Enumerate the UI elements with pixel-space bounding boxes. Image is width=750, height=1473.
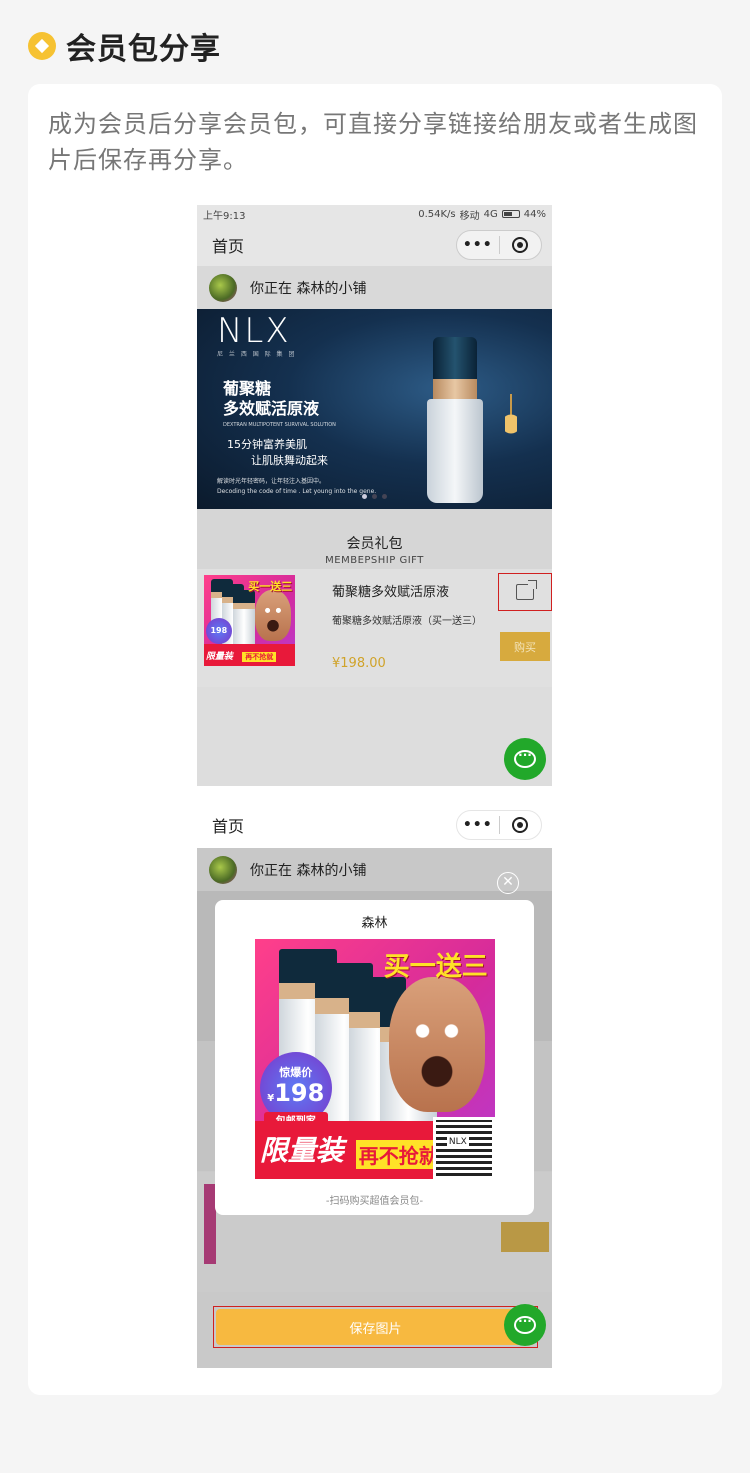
product-item[interactable]: 买一送三 198 限量装 再不抢就 葡聚糖多效赋活原液 葡聚糖多效赋活原液（买一… — [197, 569, 552, 687]
dots-icon: ••• — [462, 817, 493, 833]
close-mini-program-button[interactable] — [500, 231, 542, 259]
price-badge: 惊爆价 ¥198 包邮到家 — [259, 1051, 332, 1127]
qr-code: NLX — [432, 1116, 495, 1179]
status-carrier: 移动 — [459, 210, 480, 222]
chat-icon — [514, 748, 536, 768]
poster-title: 森林 — [361, 916, 388, 931]
battery-icon — [501, 210, 520, 218]
chat-button[interactable] — [504, 738, 546, 780]
banner-pager — [197, 494, 552, 499]
promo-headline: 买一送三 — [383, 952, 488, 983]
share-poster: 森林 买一送三 惊爆价 ¥198 包邮到家 限量装 再不抢就 — [215, 900, 534, 1215]
poster-footer: -扫码购买超值会员包- — [325, 1196, 424, 1207]
more-button[interactable]: ••• — [457, 811, 499, 839]
banner-en-line: DEXTRAN MULTIPOTENT SURVIVAL SOLUTION — [223, 422, 336, 428]
store-bar[interactable]: 你正在 森林的小铺 — [197, 266, 552, 309]
store-text: 你正在 森林的小铺 — [250, 862, 367, 879]
gift-subtitle: MEMBEPSHIP GIFT — [325, 555, 424, 566]
banner-brand-sub: 尼 兰 西 国 际 集 团 — [217, 351, 297, 358]
description-text: 成为会员后分享会员包，可直接分享链接给朋友或者生成图片后保存再分享。 — [48, 110, 698, 174]
banner-headline: 葡聚糖 多效赋活原液 — [223, 379, 320, 418]
mini-program-capsule: ••• — [456, 810, 542, 840]
store-text: 你正在 森林的小铺 — [250, 280, 367, 297]
chat-button[interactable] — [504, 1304, 546, 1346]
target-icon — [512, 817, 529, 833]
phone-screenshot-2: 首页 ••• 你正在 森林的小铺 ✕ 森林 买一送三 惊爆价 ¥198 限量装 … — [197, 802, 552, 1368]
diamond-icon — [28, 32, 56, 60]
phone-screenshot-1: 上午9:13 0.54K/s 移动 4G 44% 首页 ••• 你正在 森林的小… — [197, 205, 552, 786]
poster-image: 买一送三 惊爆价 ¥198 包邮到家 限量装 再不抢就 NLX — [255, 939, 495, 1179]
status-time: 上午9:13 — [203, 210, 246, 222]
banner-slogan: 15分钟富养美肌 让肌肤舞动起来 — [227, 438, 328, 467]
status-battery: 44% — [523, 208, 546, 220]
product-subtitle: 葡聚糖多效赋活原液（买一送三） — [332, 616, 482, 627]
drop-decoration — [505, 394, 517, 434]
banner-brand: NLX — [217, 311, 291, 351]
section-title: 会员包分享 — [66, 32, 221, 67]
chat-icon — [514, 1314, 536, 1334]
product-name: 葡聚糖多效赋活原液 — [332, 585, 450, 600]
save-image-button[interactable]: 保存图片 — [216, 1309, 535, 1345]
avatar — [209, 273, 237, 302]
product-bottle-image — [427, 337, 483, 503]
more-button[interactable]: ••• — [457, 231, 499, 259]
product-thumbnail: 买一送三 198 限量装 再不抢就 — [204, 575, 295, 666]
status-network: 4G — [483, 208, 498, 220]
nav-bar: 首页 ••• — [197, 802, 552, 848]
content-card: 成为会员后分享会员包，可直接分享链接给朋友或者生成图片后保存再分享。 上午9:1… — [28, 84, 722, 1395]
share-icon — [516, 584, 534, 600]
promo-bar-right: 再不抢就 — [355, 1140, 442, 1170]
gift-title: 会员礼包 — [346, 536, 403, 552]
nav-title: 首页 — [212, 817, 245, 836]
status-speed: 0.54K/s — [418, 208, 456, 220]
section-header: 会员包分享 — [28, 24, 221, 68]
target-icon — [512, 236, 529, 253]
share-button[interactable] — [498, 573, 552, 611]
promo-bar-left: 限量装 — [259, 1134, 344, 1168]
status-bar: 上午9:13 0.54K/s 移动 4G 44% — [197, 205, 552, 223]
avatar — [209, 855, 237, 884]
buy-button[interactable]: 购买 — [500, 632, 550, 661]
product-price: ¥198.00 — [332, 656, 386, 671]
mini-program-capsule: ••• — [456, 229, 542, 260]
nav-bar: 首页 ••• — [197, 223, 552, 266]
gift-header: 会员礼包 MEMBEPSHIP GIFT — [197, 509, 552, 569]
close-icon[interactable]: ✕ — [497, 872, 519, 894]
banner[interactable]: NLX 尼 兰 西 国 际 集 团 葡聚糖 多效赋活原液 DEXTRAN MUL… — [197, 309, 552, 509]
status-right: 0.54K/s 移动 4G 44% — [418, 207, 546, 222]
close-mini-program-button[interactable] — [500, 811, 542, 839]
dots-icon: ••• — [462, 236, 493, 253]
nav-title: 首页 — [212, 236, 245, 256]
